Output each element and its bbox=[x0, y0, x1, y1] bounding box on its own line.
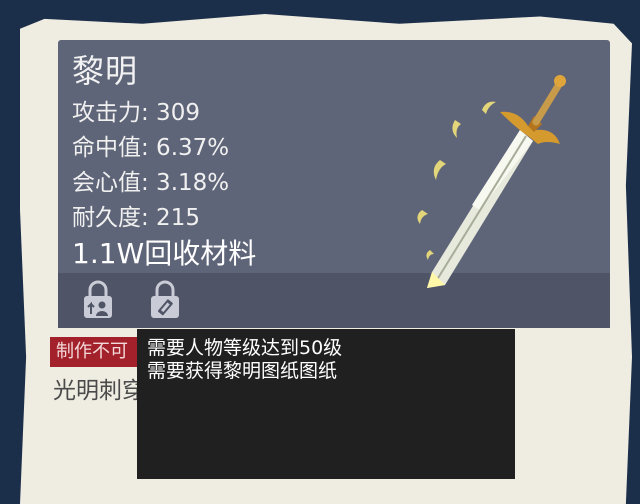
stat-durability: 耐久度: 215 bbox=[72, 205, 200, 231]
stat-critical: 会心值: 3.18% bbox=[72, 170, 230, 196]
recycle-material: 1.1W回收材料 bbox=[72, 237, 257, 270]
weapon-name: 黎明 bbox=[72, 52, 139, 90]
sword-icon bbox=[400, 50, 590, 310]
dismantle-lock-icon[interactable] bbox=[147, 280, 183, 320]
stat-attack: 攻击力: 309 bbox=[72, 100, 200, 126]
upgrade-lock-icon[interactable] bbox=[80, 280, 116, 320]
tooltip-line-blueprint: 需要获得黎明图纸图纸 bbox=[147, 360, 338, 382]
stat-accuracy: 命中值: 6.37% bbox=[72, 135, 230, 161]
